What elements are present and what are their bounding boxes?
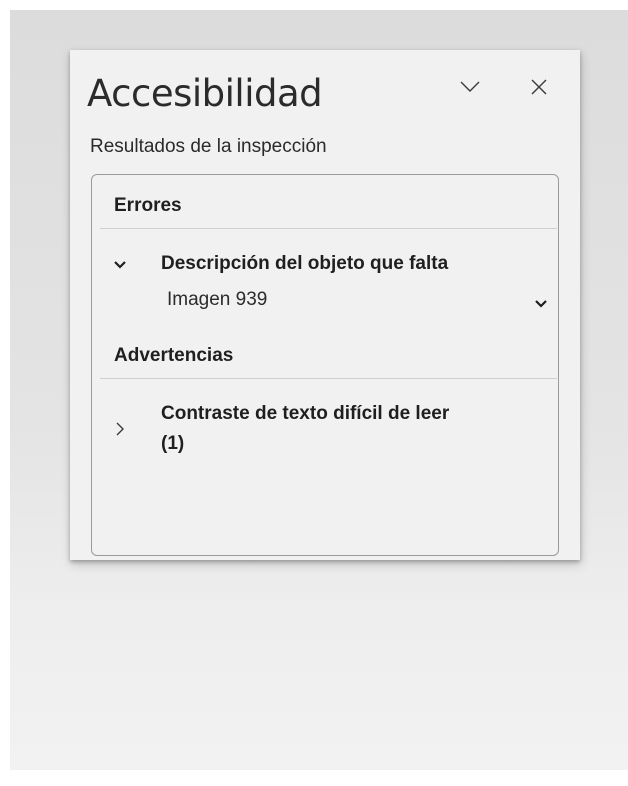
warning-text-contrast-row[interactable]: Contraste de texto difícil de leer (1) [106, 401, 556, 465]
inspection-results-list: Errores Descripción del objeto que falta… [91, 174, 559, 556]
chevron-down-icon [110, 255, 130, 275]
chevron-down-icon [535, 300, 547, 308]
inspection-results-label: Resultados de la inspección [90, 136, 327, 157]
chevron-right-icon [110, 419, 130, 439]
errors-header: Errores [114, 195, 182, 216]
close-icon [531, 79, 547, 95]
pane-options-button[interactable] [455, 72, 485, 102]
accessibility-pane: Accesibilidad Resultados de la inspecció… [70, 50, 580, 560]
issue-title: Descripción del objeto que falta [161, 253, 449, 274]
issue-object-item[interactable]: Imagen 939 [167, 289, 267, 311]
pane-title: Accesibilidad [87, 72, 323, 115]
error-missing-alt-text-row[interactable]: Descripción del objeto que falta [106, 249, 556, 281]
errors-divider [100, 228, 557, 229]
object-options-button[interactable] [530, 293, 552, 315]
chevron-down-icon [460, 81, 480, 92]
warnings-header: Advertencias [114, 345, 234, 366]
issue-title: Contraste de texto difícil de leer [161, 403, 450, 424]
close-button[interactable] [524, 72, 554, 102]
warnings-divider [100, 378, 557, 379]
issue-count: (1) [161, 433, 185, 454]
